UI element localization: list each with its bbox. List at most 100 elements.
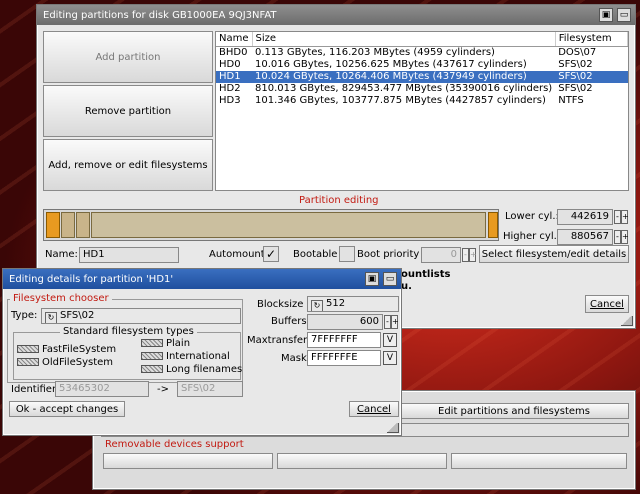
- table-cell-fs: DOS\07: [558, 47, 597, 58]
- partition-block-2[interactable]: [61, 212, 75, 238]
- details-depth-icon[interactable]: ▣: [365, 272, 379, 286]
- fs-type-long[interactable]: Long filenames: [141, 364, 242, 375]
- lower-cyl-dec[interactable]: -: [614, 210, 621, 224]
- mask-field[interactable]: FFFFFFFE: [307, 350, 381, 366]
- partition-block-3[interactable]: [76, 212, 90, 238]
- blocksize-value: 512: [326, 298, 346, 309]
- details-window-titlebar[interactable]: Editing details for partition 'HD1' ▣ ▭: [3, 269, 401, 289]
- boot-priority-dec[interactable]: -: [462, 248, 469, 262]
- fs-type-intl[interactable]: International: [141, 351, 230, 362]
- higher-cyl-field[interactable]: 880567: [557, 229, 613, 245]
- fs-type-ffs-label: FastFileSystem: [42, 344, 117, 355]
- removable-button-1[interactable]: [103, 453, 273, 469]
- table-row[interactable]: HD1 10.024 GBytes, 10264.406 MBytes (4379…: [216, 71, 628, 83]
- table-cell-name: BHD0: [219, 47, 248, 58]
- maxtransfer-field[interactable]: 7FFFFFFF: [307, 332, 381, 348]
- col-filesystem[interactable]: Filesystem: [555, 32, 629, 47]
- details-cancel-button[interactable]: Cancel: [349, 401, 399, 417]
- higher-cyl-dec[interactable]: -: [614, 230, 621, 244]
- mask-popup-icon[interactable]: V: [383, 351, 397, 365]
- partition-table[interactable]: Name Size Filesystem BHD0 0.113 GBytes, 1…: [215, 31, 629, 191]
- removable-button-2[interactable]: [277, 453, 447, 469]
- ok-button[interactable]: Ok - accept changes: [9, 401, 125, 417]
- buffers-dec[interactable]: -: [384, 315, 391, 329]
- buffers-label: Buffers: [271, 316, 307, 327]
- zoom-icon[interactable]: ▭: [617, 8, 631, 22]
- fs-type-ofs[interactable]: OldFileSystem: [17, 357, 113, 368]
- table-cell-name: HD0: [219, 59, 241, 70]
- type-cycle[interactable]: ↻ SFS\02: [41, 308, 241, 324]
- details-resize-icon[interactable]: [387, 423, 399, 433]
- table-cell-name: HD1: [216, 71, 253, 83]
- name-field[interactable]: HD1: [79, 247, 179, 263]
- disk-icon: [17, 358, 39, 366]
- details-cancel-label: Cancel: [357, 403, 391, 415]
- col-size[interactable]: Size: [252, 32, 556, 47]
- boot-priority-field[interactable]: 0: [421, 247, 461, 263]
- resize-icon[interactable]: [621, 316, 633, 326]
- table-row[interactable]: BHD0 0.113 GBytes, 116.203 MBytes (4959 c…: [216, 47, 628, 60]
- fs-type-long-label: Long filenames: [166, 364, 243, 375]
- removable-heading: Removable devices support: [105, 439, 244, 450]
- add-partition-button[interactable]: Add partition: [43, 31, 213, 83]
- details-window: Editing details for partition 'HD1' ▣ ▭ …: [2, 268, 402, 436]
- edit-filesystems-button[interactable]: Add, remove or edit filesystems: [43, 139, 213, 191]
- behind-text-2: u.: [401, 281, 412, 292]
- table-row[interactable]: HD3 101.346 GBytes, 103777.875 MBytes (44…: [216, 95, 628, 107]
- details-window-title: Editing details for partition 'HD1': [9, 273, 174, 285]
- cycle-icon: ↻: [311, 300, 323, 311]
- depth-icon[interactable]: ▣: [599, 8, 613, 22]
- identifier-target: SFS\02: [177, 381, 243, 397]
- partition-bar[interactable]: [43, 209, 499, 241]
- cancel-button[interactable]: Cancel: [585, 295, 629, 313]
- fs-type-intl-label: International: [166, 351, 230, 362]
- remove-partition-button[interactable]: Remove partition: [43, 85, 213, 137]
- buffers-inc[interactable]: +: [391, 315, 399, 329]
- table-cell-size: 10.016 GBytes, 10256.625 MBytes (437617 …: [255, 59, 527, 70]
- partition-block-selected[interactable]: [46, 212, 60, 238]
- removable-button-3[interactable]: [451, 453, 627, 469]
- automount-label: Automount: [209, 249, 265, 260]
- lower-cyl-label: Lower cyl.:: [505, 211, 559, 222]
- select-filesystem-button[interactable]: Select filesystem/edit details: [479, 245, 629, 263]
- fs-type-plain-label: Plain: [166, 338, 191, 349]
- identifier-field[interactable]: 53465302: [55, 381, 149, 397]
- details-zoom-icon[interactable]: ▭: [383, 272, 397, 286]
- automount-checkbox[interactable]: ✓: [263, 246, 279, 262]
- table-cell-fs: NTFS: [558, 95, 584, 106]
- table-row[interactable]: HD0 10.016 GBytes, 10256.625 MBytes (4376…: [216, 59, 628, 71]
- table-cell-size: 0.113 GBytes, 116.203 MBytes (4959 cylin…: [255, 47, 495, 58]
- table-row[interactable]: HD2 810.013 GBytes, 829453.477 MBytes (35…: [216, 83, 628, 95]
- buffers-field[interactable]: 600: [307, 314, 383, 330]
- table-cell-size: 10.024 GBytes, 10264.406 MBytes (437949 …: [252, 71, 556, 83]
- maxtransfer-popup-icon[interactable]: V: [383, 333, 397, 347]
- lower-cyl-inc[interactable]: +: [621, 210, 629, 224]
- boot-priority-inc[interactable]: +: [469, 248, 477, 262]
- table-cell-fs: SFS\02: [555, 71, 628, 83]
- edit-partitions-button[interactable]: Edit partitions and filesystems: [399, 403, 629, 419]
- bootable-checkbox[interactable]: [339, 246, 355, 262]
- type-label: Type:: [11, 310, 38, 321]
- partition-block-5[interactable]: [488, 212, 498, 238]
- partition-window-title: Editing partitions for disk GB1000EA 9QJ…: [43, 9, 277, 21]
- blocksize-cycle[interactable]: ↻ 512: [307, 296, 399, 312]
- type-value: SFS\02: [60, 310, 95, 321]
- partition-window-titlebar[interactable]: Editing partitions for disk GB1000EA 9QJ…: [37, 5, 635, 25]
- boot-priority-label: Boot priority: [357, 249, 420, 260]
- name-label: Name:: [45, 249, 78, 260]
- disk-icon: [17, 345, 39, 353]
- identifier-label: Identifier: [11, 384, 57, 395]
- higher-cyl-inc[interactable]: +: [621, 230, 629, 244]
- cycle-icon: ↻: [45, 312, 57, 323]
- maxtransfer-label: Maxtransfer: [247, 335, 308, 346]
- disk-icon: [141, 365, 163, 373]
- identifier-arrow: ->: [157, 384, 169, 395]
- partition-block-4[interactable]: [91, 212, 486, 238]
- behind-text-1: ountlists: [401, 269, 451, 280]
- col-name[interactable]: Name: [216, 32, 253, 47]
- fs-type-plain[interactable]: Plain: [141, 338, 190, 349]
- blocksize-label: Blocksize: [257, 299, 304, 310]
- fs-type-ffs[interactable]: FastFileSystem: [17, 344, 116, 355]
- lower-cyl-field[interactable]: 442619: [557, 209, 613, 225]
- table-cell-name: HD3: [219, 95, 241, 106]
